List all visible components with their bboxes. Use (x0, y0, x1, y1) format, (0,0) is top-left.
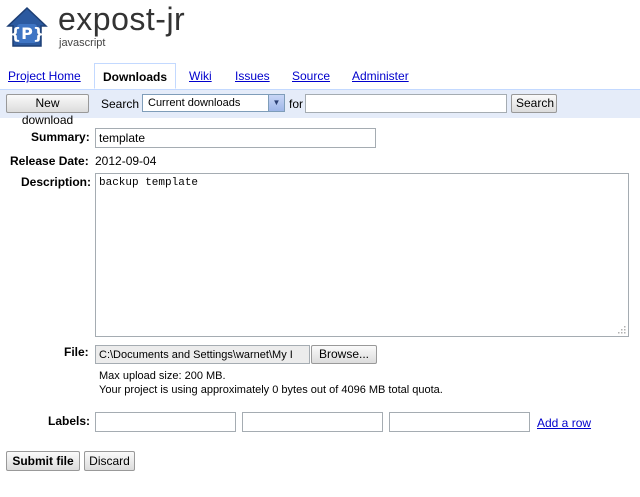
description-text: backup template (99, 177, 199, 189)
main-tab-bar: Project Home Downloads Wiki Issues Sourc… (0, 63, 640, 90)
house-logo-icon: {P} (6, 6, 48, 47)
label-input-3[interactable] (389, 412, 530, 432)
tab-project-home[interactable]: Project Home (8, 69, 81, 83)
release-date-value: 2012-09-04 (95, 154, 157, 168)
browse-button[interactable]: Browse... (311, 345, 377, 364)
for-label: for (289, 97, 304, 111)
summary-label: Summary: (31, 130, 90, 144)
release-date-label: Release Date: (10, 154, 89, 168)
description-textarea[interactable]: backup template (95, 173, 629, 337)
summary-input[interactable]: template (95, 128, 376, 148)
discard-button[interactable]: Discard (84, 451, 135, 471)
logo-letter: P (21, 24, 33, 43)
tab-issues[interactable]: Issues (235, 69, 270, 83)
tab-source[interactable]: Source (292, 69, 330, 83)
quota-note: Your project is using approximately 0 by… (99, 384, 443, 396)
search-input[interactable] (305, 94, 507, 113)
downloads-toolbar: New download Search Current downloads ▼ … (0, 90, 640, 127)
max-upload-note: Max upload size: 200 MB. (99, 370, 226, 382)
search-label: Search (101, 97, 140, 111)
label-input-1[interactable] (95, 412, 236, 432)
description-label: Description: (21, 175, 92, 189)
tab-administer[interactable]: Administer (352, 69, 409, 83)
svg-text:{P}: {P} (10, 24, 45, 43)
file-label: File: (64, 345, 89, 359)
search-scope-select[interactable]: Current downloads ▼ (142, 94, 285, 112)
add-row-link[interactable]: Add a row (537, 416, 591, 430)
project-summary: javascript (59, 37, 106, 49)
file-path-input[interactable]: C:\Documents and Settings\warnet\My I (95, 345, 310, 364)
labels-label: Labels: (48, 414, 91, 428)
project-name[interactable]: expost-jr (58, 0, 185, 38)
resize-grip-icon[interactable] (616, 324, 626, 334)
search-button[interactable]: Search (511, 94, 557, 113)
new-download-button[interactable]: New download (6, 94, 89, 127)
chevron-down-icon[interactable]: ▼ (268, 95, 284, 111)
tab-wiki[interactable]: Wiki (189, 69, 212, 83)
submit-file-button[interactable]: Submit file (6, 451, 80, 471)
tab-downloads[interactable]: Downloads (94, 63, 177, 89)
search-scope-value: Current downloads (148, 97, 241, 109)
project-logo[interactable]: {P} (6, 6, 48, 48)
label-input-2[interactable] (242, 412, 383, 432)
